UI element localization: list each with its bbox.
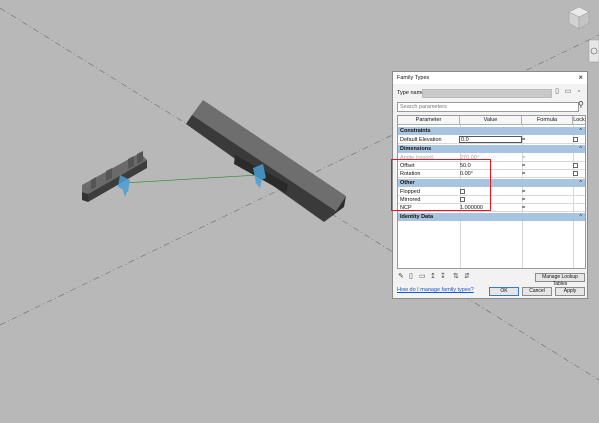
param-value[interactable]: 50.0	[460, 162, 471, 170]
param-value[interactable]: 0.0	[461, 136, 469, 144]
formula-cell[interactable]: =	[522, 136, 525, 144]
navigation-bar[interactable]	[588, 39, 599, 63]
mirrored-checkbox[interactable]	[460, 197, 465, 202]
family-types-dialog: Family Types × Type name: ▯ ▭ ▫ Search p…	[392, 71, 588, 299]
param-name: Mirrored	[400, 197, 421, 203]
row-rotation[interactable]: Rotation 0.00° =	[398, 170, 585, 178]
delete-type-icon[interactable]: ▫	[575, 88, 583, 96]
search-icon[interactable]: ⚲	[578, 100, 584, 109]
move-down-icon[interactable]: ↧	[440, 272, 446, 280]
column-header-formula[interactable]: Formula	[522, 116, 573, 125]
group-label: Constraints	[400, 128, 431, 134]
param-name: Flopped	[400, 189, 420, 195]
help-link[interactable]: How do I manage family types?	[397, 287, 474, 293]
manage-lookup-tables-button[interactable]: Manage Lookup Tables	[535, 273, 585, 287]
collapse-icon[interactable]: ^	[579, 127, 582, 135]
group-identity-data[interactable]: Identity Data ^	[398, 213, 585, 221]
search-placeholder: Search parameters	[400, 104, 447, 110]
param-name: Angle (report)	[400, 155, 434, 161]
formula-cell[interactable]: =	[522, 170, 525, 178]
flopped-checkbox[interactable]	[460, 189, 465, 194]
move-up-icon[interactable]: ↥	[430, 272, 436, 280]
row-flopped[interactable]: Flopped =	[398, 188, 585, 196]
collapse-icon[interactable]: ^	[579, 145, 582, 153]
new-parameter-icon[interactable]: ▯	[409, 272, 413, 280]
rename-type-icon[interactable]: ▭	[564, 88, 572, 96]
cancel-button[interactable]: Cancel	[522, 287, 552, 296]
param-name: Rotation	[400, 171, 421, 177]
formula-cell[interactable]: =	[522, 188, 525, 196]
sort-ascending-icon[interactable]: ⇅	[453, 272, 459, 280]
param-name: Offset	[400, 163, 415, 169]
lock-checkbox[interactable]	[573, 171, 578, 176]
group-other[interactable]: Other ^	[398, 179, 585, 187]
param-name: NCP	[400, 205, 412, 211]
group-label: Other	[400, 180, 415, 186]
formula-cell[interactable]: =	[522, 204, 525, 212]
formula-cell[interactable]: =	[522, 162, 525, 170]
row-offset[interactable]: Offset 50.0 =	[398, 162, 585, 170]
group-dimensions[interactable]: Dimensions ^	[398, 145, 585, 153]
lock-checkbox[interactable]	[573, 163, 578, 168]
delete-parameter-icon[interactable]: ▭	[419, 272, 426, 280]
row-default-elevation[interactable]: Default Elevation 0.0 =	[398, 136, 585, 144]
apply-button[interactable]: Apply	[555, 287, 585, 296]
collapse-icon[interactable]: ^	[579, 179, 582, 187]
param-value: 270.00°	[460, 155, 480, 161]
ok-button[interactable]: OK	[489, 287, 519, 296]
dialog-title: Family Types	[397, 75, 430, 81]
type-name-select[interactable]	[422, 89, 552, 98]
parameter-grid: Parameter Value Formula Lock Constraints…	[397, 115, 586, 269]
formula-cell[interactable]: =	[522, 196, 525, 204]
column-header-value[interactable]: Value	[460, 116, 522, 125]
formula-cell[interactable]: =	[522, 154, 525, 162]
collapse-icon[interactable]: ^	[579, 213, 582, 221]
param-value[interactable]: 0.00°	[460, 170, 473, 178]
edit-parameter-icon[interactable]: ✎	[398, 272, 404, 280]
param-name: Default Elevation	[400, 137, 442, 143]
column-header-parameter[interactable]: Parameter	[398, 116, 460, 125]
new-type-icon[interactable]: ▯	[553, 88, 561, 96]
param-value[interactable]: 1.000000	[460, 204, 483, 212]
sort-descending-icon[interactable]: ⇵	[464, 272, 470, 280]
row-ncp[interactable]: NCP 1.000000 =	[398, 204, 585, 212]
group-label: Identity Data	[400, 214, 434, 220]
dialog-titlebar: Family Types ×	[393, 72, 587, 84]
row-mirrored[interactable]: Mirrored =	[398, 196, 585, 204]
row-angle-report[interactable]: Angle (report) 270.00° =	[398, 154, 585, 162]
group-constraints[interactable]: Constraints ^	[398, 127, 585, 135]
column-header-lock[interactable]: Lock	[573, 116, 585, 125]
search-input[interactable]: Search parameters	[397, 102, 579, 112]
close-icon[interactable]: ×	[578, 73, 583, 82]
lock-checkbox[interactable]	[573, 137, 578, 142]
group-label: Dimensions	[400, 146, 432, 152]
